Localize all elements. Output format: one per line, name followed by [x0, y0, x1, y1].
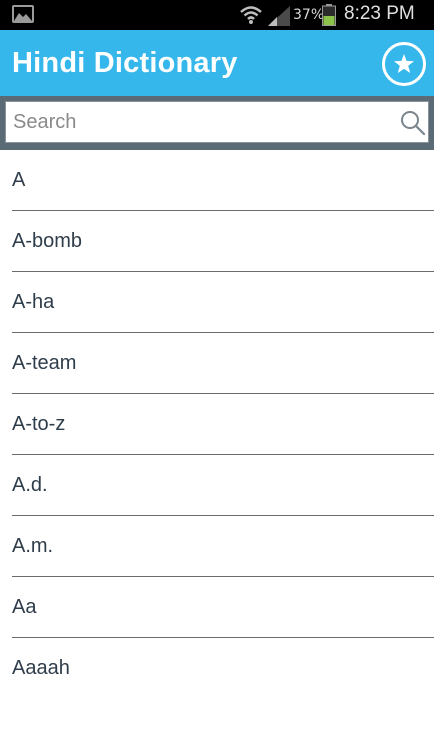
list-item[interactable]: Aa	[12, 577, 434, 638]
status-bar: 37% 8:23 PM	[0, 0, 434, 30]
list-item[interactable]: A-to-z	[12, 394, 434, 455]
word-label: A-bomb	[12, 230, 83, 252]
star-icon	[394, 54, 414, 73]
word-label: A.m.	[12, 535, 54, 557]
action-bar: Hindi Dictionary	[0, 30, 434, 96]
list-item[interactable]: A-bomb	[12, 211, 434, 272]
word-label: A.d.	[12, 474, 48, 496]
gallery-icon	[12, 5, 34, 23]
list-item[interactable]: A.m.	[12, 516, 434, 577]
app-title: Hindi Dictionary	[12, 47, 238, 79]
list-item[interactable]: A-team	[12, 333, 434, 394]
battery-icon	[322, 4, 336, 26]
search-bar	[0, 96, 434, 150]
battery-percent: 37%	[293, 7, 325, 23]
favorites-button[interactable]	[382, 42, 426, 86]
list-item[interactable]: A.d.	[12, 455, 434, 516]
search-icon[interactable]	[400, 110, 426, 136]
list-item[interactable]: Aaaah	[12, 638, 434, 699]
search-box[interactable]	[5, 101, 429, 143]
word-list: A A-bomb A-ha A-team A-to-z A.d. A.m. Aa…	[0, 150, 434, 699]
word-label: A	[12, 169, 26, 191]
word-label: Aaaah	[12, 657, 70, 679]
list-item[interactable]: A	[12, 150, 434, 211]
list-item[interactable]: A-ha	[12, 272, 434, 333]
wifi-icon	[240, 6, 262, 24]
word-label: Aa	[12, 596, 37, 618]
word-label: A-ha	[12, 291, 55, 313]
signal-icon	[268, 6, 290, 26]
search-input[interactable]	[6, 102, 386, 142]
word-label: A-team	[12, 352, 77, 374]
clock: 8:23 PM	[344, 3, 415, 24]
word-label: A-to-z	[12, 413, 66, 435]
